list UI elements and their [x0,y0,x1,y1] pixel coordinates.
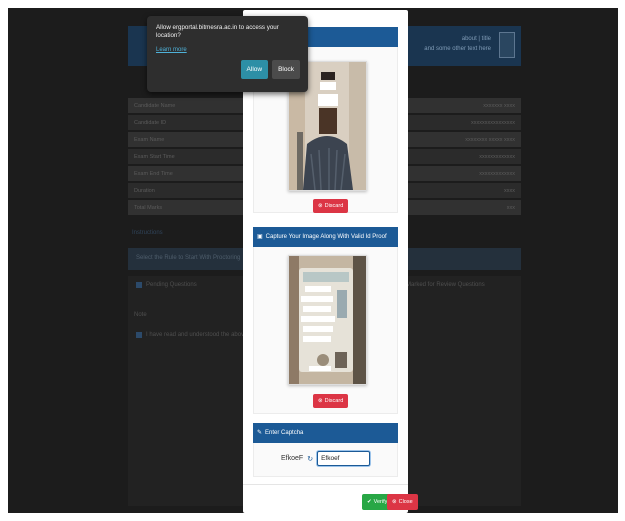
trash-icon: ⊗ [318,203,323,209]
close-button[interactable]: ⊗ Close [387,494,418,510]
close-icon: ⊗ [392,499,397,505]
permission-buttons: Allow Block [240,60,300,79]
refresh-icon[interactable]: ↻ [307,455,313,463]
background-section-title: Instructions [132,230,163,236]
discard-id-proof-button[interactable]: ⊗ Discard [313,394,349,408]
learn-more-link[interactable]: Learn more [156,47,187,53]
dimmed-screen: about | title and some other text here C… [8,8,618,513]
captcha-code: EfkoeF [281,455,304,462]
captcha-section: ✎ Enter Captcha [253,423,398,477]
allow-button[interactable]: Allow [240,60,269,79]
key-icon: ✎ [257,430,263,436]
id-proof-header: ▣ Capture Your Image Along With Valid Id… [253,227,398,247]
captcha-input[interactable]: Efkoef [317,451,371,466]
id-proof-image [288,255,367,385]
background-header-info: about | title and some other text here [424,36,491,52]
pending-legend-icon [136,282,142,288]
note-checkbox [136,332,142,338]
id-proof-body: ⊗ Discard [253,247,398,414]
pending-questions-label: Pending Questions [146,282,197,288]
modal-footer-divider [243,484,408,485]
id-proof-section: ▣ Capture Your Image Along With Valid Id… [253,227,398,414]
location-permission-prompt: Allow ergportal.bitmesra.ac.in to access… [147,16,308,92]
block-button[interactable]: Block [272,60,300,79]
id-proof-photo-graphic [289,256,366,384]
check-icon: ✔ [367,499,372,505]
background-header-box [499,32,515,58]
captcha-header: ✎ Enter Captcha [253,423,398,443]
trash-icon: ⊗ [318,398,323,404]
review-questions-label: Marked for Review Questions [406,282,485,288]
note-label: Note [134,312,147,318]
discard-photo-button[interactable]: ⊗ Discard [313,199,349,213]
captcha-row: EfkoeF ↻ Efkoef [281,451,371,466]
id-card-icon: ▣ [257,234,263,240]
permission-message: Allow ergportal.bitmesra.ac.in to access… [156,24,279,39]
